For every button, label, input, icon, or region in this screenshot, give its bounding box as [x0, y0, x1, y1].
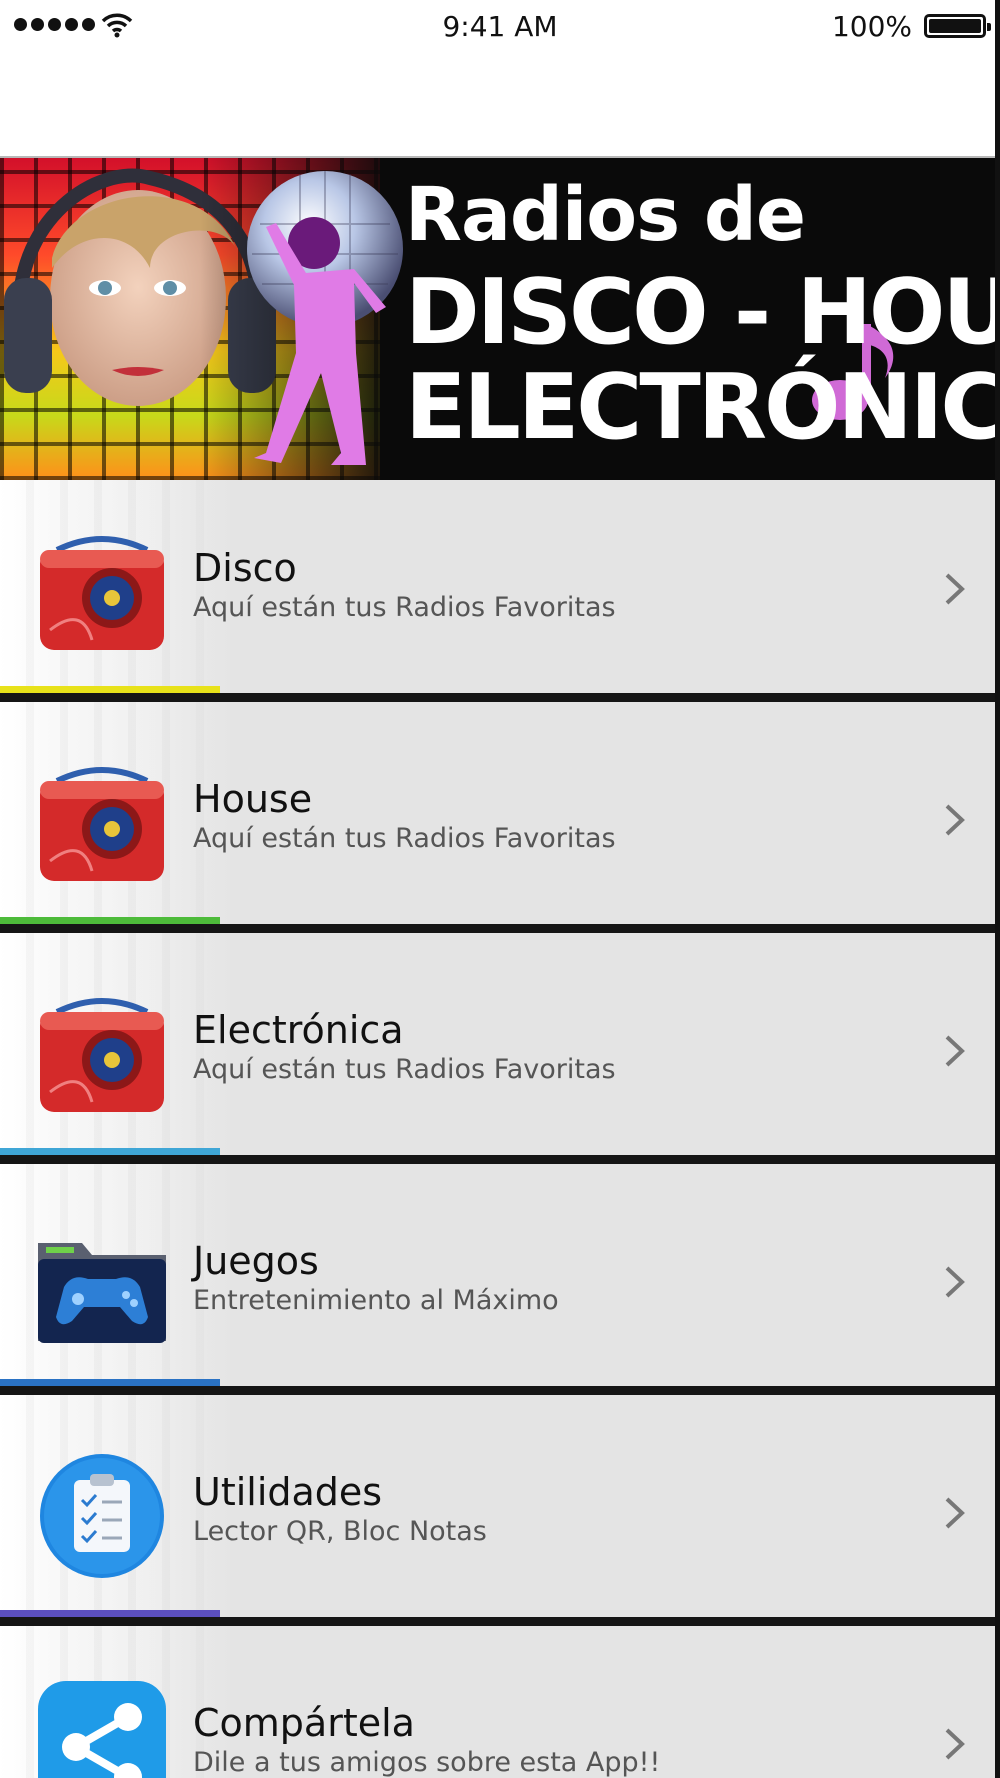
menu-item-title: House — [193, 777, 313, 821]
menu-item-subtitle: Aquí están tus Radios Favoritas — [193, 823, 616, 854]
menu-item-utilidades[interactable]: Utilidades Lector QR, Bloc Notas — [0, 1404, 1000, 1626]
chevron-right-icon — [945, 1497, 965, 1529]
dancer-silhouette-icon — [254, 217, 386, 465]
menu-item-title: Utilidades — [193, 1470, 383, 1514]
item-color-strip — [0, 1148, 220, 1155]
chevron-right-icon — [945, 1266, 965, 1298]
menu-item-title: Electrónica — [193, 1008, 404, 1052]
menu-item-subtitle: Entretenimiento al Máximo — [193, 1285, 559, 1316]
menu-item-subtitle: Aquí están tus Radios Favoritas — [193, 592, 616, 623]
menu-item-subtitle: Lector QR, Bloc Notas — [193, 1516, 487, 1547]
chevron-right-icon — [945, 1035, 965, 1067]
banner-title-line1: Radios de — [405, 172, 806, 258]
menu-item-disco[interactable]: Disco Aquí están tus Radios Favoritas — [0, 480, 1000, 702]
radio-icon — [40, 536, 164, 650]
menu-item-title: Compártela — [193, 1701, 415, 1745]
screen-edge — [995, 0, 1000, 1778]
chevron-right-icon — [945, 573, 965, 605]
menu-item-title: Juegos — [193, 1239, 319, 1283]
item-color-strip — [0, 686, 220, 693]
chevron-right-icon — [945, 1728, 965, 1760]
gamepad-folder-icon — [38, 1243, 166, 1343]
menu-item-subtitle: Dile a tus amigos sobre esta App!! — [193, 1747, 661, 1778]
menu-item-subtitle: Aquí están tus Radios Favoritas — [193, 1054, 616, 1085]
navigation-bar — [0, 52, 1000, 158]
battery-icon — [924, 14, 991, 38]
banner-title-line2: DISCO - HOUSE — [405, 260, 1000, 365]
status-bar: 9:41 AM 100% — [0, 0, 1000, 52]
radio-icon — [40, 767, 164, 881]
item-color-strip — [0, 1610, 220, 1617]
menu-list: Disco Aquí están tus Radios Favoritas Ho… — [0, 480, 1000, 1778]
menu-item-electronica[interactable]: Electrónica Aquí están tus Radios Favori… — [0, 942, 1000, 1164]
menu-item-compartela[interactable]: Compártela Dile a tus amigos sobre esta … — [0, 1635, 1000, 1778]
clipboard-icon — [40, 1454, 164, 1578]
share-icon — [38, 1681, 166, 1778]
header-banner: Radios de DISCO - HOUSE ELECTRÓNICA — [0, 158, 1000, 480]
menu-item-title: Disco — [193, 546, 297, 590]
radio-icon — [40, 998, 164, 1112]
battery-percentage: 100% — [831, 10, 912, 43]
banner-title-line3: ELECTRÓNICA — [405, 355, 1000, 460]
chevron-right-icon — [945, 804, 965, 836]
item-color-strip — [0, 917, 220, 924]
menu-item-juegos[interactable]: Juegos Entretenimiento al Máximo — [0, 1173, 1000, 1395]
item-color-strip — [0, 1379, 220, 1386]
menu-item-house[interactable]: House Aquí están tus Radios Favoritas — [0, 711, 1000, 933]
